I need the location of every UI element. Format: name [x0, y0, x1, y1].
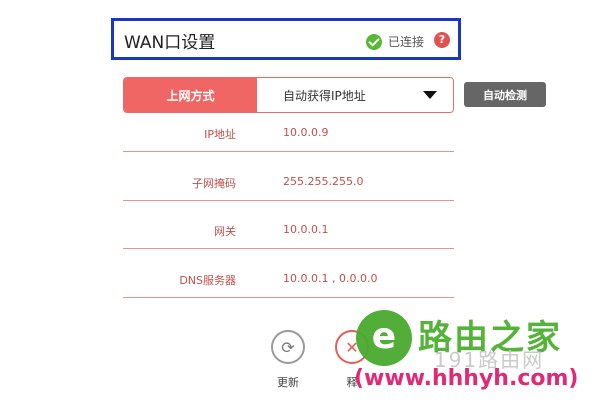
connection-type-value: 自动获得IP地址 [283, 88, 366, 103]
info-row-dns: DNS服务器 10.0.0.1 , 0.0.0.0 [123, 262, 454, 298]
connection-type-select[interactable]: 自动获得IP地址 [257, 78, 453, 112]
watermark-faint-text: 191路由网 [434, 348, 545, 372]
watermark-brand: 路由之家 [418, 318, 562, 358]
dns-value: 10.0.0.1 , 0.0.0.0 [283, 272, 378, 285]
watermark-url: (www.hhhyh.com) [354, 366, 579, 391]
wan-settings-header: WAN口设置 已连接 ? [111, 18, 461, 60]
info-row-gateway: 网关 10.0.0.1 [123, 213, 454, 249]
info-row-subnet: 子网掩码 255.255.255.0 [123, 165, 454, 201]
release-icon[interactable]: ✕ [335, 330, 369, 364]
subnet-label: 子网掩码 [192, 177, 236, 190]
ip-label: IP地址 [204, 128, 236, 141]
gateway-label: 网关 [214, 225, 236, 238]
auto-detect-button[interactable]: 自动检测 [464, 82, 546, 107]
dns-label: DNS服务器 [179, 274, 236, 287]
page-title: WAN口设置 [124, 33, 216, 53]
connection-status: 已连接 [366, 33, 424, 50]
check-circle-icon [366, 33, 382, 50]
gateway-value: 10.0.0.1 [283, 223, 329, 236]
subnet-value: 255.255.255.0 [283, 175, 364, 188]
refresh-label: 更新 [277, 376, 299, 389]
dropdown-caret-icon[interactable] [423, 91, 437, 99]
refresh-icon[interactable]: ⟳ [271, 330, 305, 364]
info-row-ip: IP地址 10.0.0.9 [123, 116, 454, 152]
watermark: e 路由之家 191路由网 (www.hhhyh.com) [354, 300, 596, 400]
connection-type-row: 上网方式 自动获得IP地址 [123, 77, 454, 113]
help-icon[interactable]: ? [434, 32, 450, 48]
status-text: 已连接 [388, 35, 425, 49]
connection-type-label: 上网方式 [124, 78, 257, 112]
release-action[interactable]: ✕ 释 [333, 330, 371, 390]
release-label: 释 [346, 376, 358, 389]
refresh-action[interactable]: ⟳ 更新 [269, 330, 307, 390]
ip-value: 10.0.0.9 [283, 126, 329, 139]
